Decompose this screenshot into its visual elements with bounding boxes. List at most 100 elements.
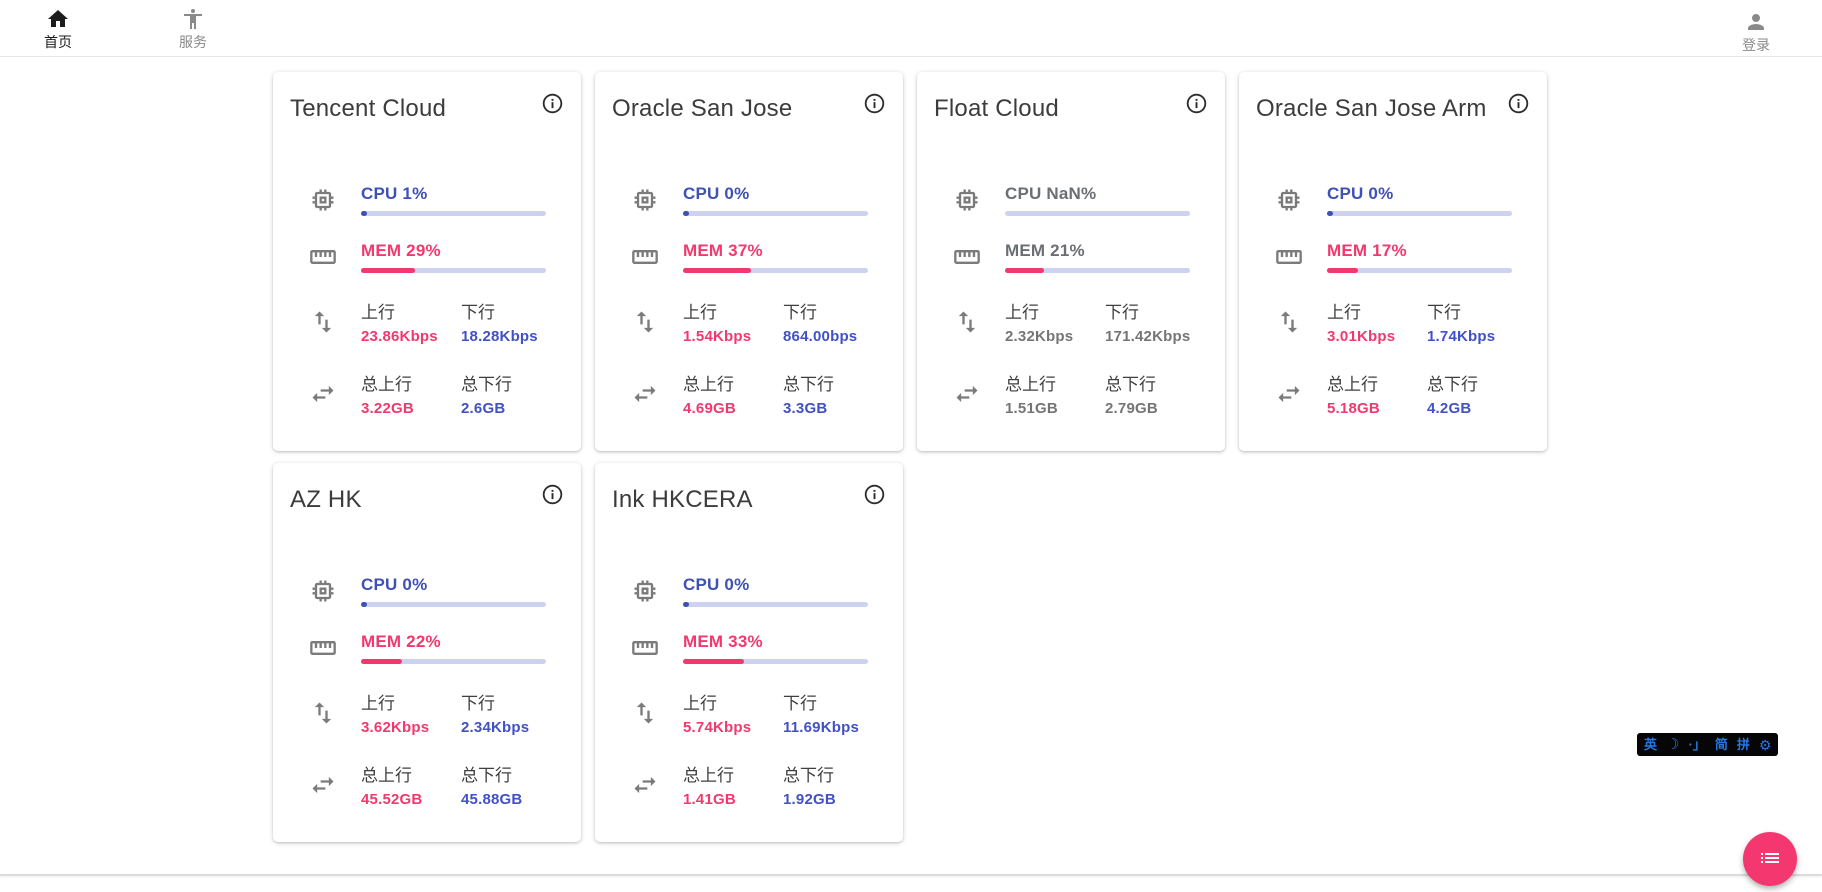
chip-icon: [631, 186, 659, 214]
total-upload-col: 总上行 45.52GB: [361, 761, 461, 808]
total-upload-label: 总上行: [1005, 370, 1105, 395]
download-value: 171.42Kbps: [1105, 328, 1205, 345]
cpu-progress-bar: [683, 211, 868, 216]
ime-gear-icon[interactable]: ⚙: [1759, 738, 1772, 752]
mem-progress-fill: [1327, 268, 1358, 273]
upload-col: 上行 23.86Kbps: [361, 298, 461, 345]
nav-item-home[interactable]: 首页: [30, 5, 86, 52]
cpu-progress-fill: [683, 602, 689, 607]
ime-moon-icon[interactable]: ☽: [1666, 737, 1679, 752]
net-speed-row: 上行 1.54Kbps 下行 864.00bps: [631, 298, 883, 345]
total-download-col: 总下行 2.79GB: [1105, 370, 1205, 417]
up-down-arrows-icon: [309, 699, 337, 727]
mem-meter: MEM 29%: [361, 241, 561, 273]
total-upload-value: 3.22GB: [361, 400, 461, 417]
total-upload-value: 1.41GB: [683, 791, 783, 808]
cpu-meter: CPU 0%: [683, 575, 883, 607]
mem-progress-bar: [683, 659, 868, 664]
net-speed-row: 上行 23.86Kbps 下行 18.28Kbps: [309, 298, 561, 345]
mem-meter: MEM 22%: [361, 632, 561, 664]
ime-toolbar: 英 ☽ ·」 简 拼 ⚙: [1637, 733, 1778, 756]
server-card: Oracle San Jose Arm CPU 0% MEM 17%: [1239, 72, 1547, 451]
cpu-meter: CPU 0%: [1327, 184, 1527, 216]
card-rows: CPU 0% MEM 22% 上行 3.62Kbps 下行: [309, 575, 561, 808]
total-download-label: 总下行: [461, 761, 561, 786]
total-upload-label: 总上行: [361, 370, 461, 395]
cpu-row: CPU 0%: [309, 575, 561, 607]
net-total-row: 总上行 45.52GB 总下行 45.88GB: [309, 761, 561, 808]
total-download-value: 3.3GB: [783, 400, 883, 417]
mem-progress-fill: [683, 268, 751, 273]
mem-row: MEM 37%: [631, 241, 883, 273]
upload-col: 上行 1.54Kbps: [683, 298, 783, 345]
top-nav: 首页 服务 登录: [0, 0, 1822, 57]
total-upload-col: 总上行 3.22GB: [361, 370, 461, 417]
info-icon[interactable]: [541, 92, 564, 115]
server-name: Oracle San Jose: [612, 95, 792, 123]
swap-horizontal-icon: [309, 380, 337, 408]
mem-meter: MEM 33%: [683, 632, 883, 664]
upload-value: 5.74Kbps: [683, 719, 783, 736]
mem-progress-fill: [1005, 268, 1044, 273]
mem-progress-fill: [361, 268, 415, 273]
cpu-progress-bar: [361, 602, 546, 607]
download-label: 下行: [783, 298, 883, 323]
mem-progress-bar: [683, 268, 868, 273]
ime-pinyin-mode[interactable]: 拼: [1737, 738, 1750, 751]
info-icon[interactable]: [863, 92, 886, 115]
ruler-icon: [631, 243, 659, 271]
download-col: 下行 18.28Kbps: [461, 298, 561, 345]
upload-label: 上行: [1005, 298, 1105, 323]
card-rows: CPU 0% MEM 17% 上行 3.01Kbps 下行: [1275, 184, 1527, 417]
info-icon[interactable]: [1507, 92, 1530, 115]
nav-item-login[interactable]: 登录: [1728, 8, 1784, 55]
cpu-label: CPU 0%: [1327, 184, 1527, 204]
cpu-label: CPU 0%: [361, 575, 561, 595]
mem-label: MEM 21%: [1005, 241, 1205, 261]
cpu-progress-fill: [683, 211, 689, 216]
server-card: Oracle San Jose CPU 0% MEM 37%: [595, 72, 903, 451]
swap-horizontal-icon: [1275, 380, 1303, 408]
net-speed-row: 上行 3.62Kbps 下行 2.34Kbps: [309, 689, 561, 736]
upload-label: 上行: [683, 298, 783, 323]
total-download-value: 1.92GB: [783, 791, 883, 808]
upload-value: 2.32Kbps: [1005, 328, 1105, 345]
total-download-col: 总下行 4.2GB: [1427, 370, 1527, 417]
download-label: 下行: [1105, 298, 1205, 323]
server-card-grid: Tencent Cloud CPU 1% MEM 29%: [273, 72, 1553, 842]
mem-row: MEM 21%: [953, 241, 1205, 273]
upload-value: 1.54Kbps: [683, 328, 783, 345]
cpu-progress-fill: [361, 211, 367, 216]
total-download-label: 总下行: [1427, 370, 1527, 395]
server-list-fab[interactable]: [1743, 832, 1797, 886]
nav-item-services[interactable]: 服务: [165, 5, 221, 52]
download-col: 下行 11.69Kbps: [783, 689, 883, 736]
info-icon[interactable]: [1185, 92, 1208, 115]
upload-col: 上行 5.74Kbps: [683, 689, 783, 736]
ime-simplified-mode[interactable]: 简: [1715, 738, 1728, 751]
mem-row: MEM 33%: [631, 632, 883, 664]
download-value: 18.28Kbps: [461, 328, 561, 345]
net-speed-row: 上行 2.32Kbps 下行 171.42Kbps: [953, 298, 1205, 345]
server-name: AZ HK: [290, 486, 362, 514]
server-card: Float Cloud CPU NaN% MEM 21%: [917, 72, 1225, 451]
total-download-label: 总下行: [461, 370, 561, 395]
total-download-col: 总下行 45.88GB: [461, 761, 561, 808]
info-icon[interactable]: [541, 483, 564, 506]
total-upload-label: 总上行: [361, 761, 461, 786]
net-speed-row: 上行 3.01Kbps 下行 1.74Kbps: [1275, 298, 1527, 345]
total-download-label: 总下行: [1105, 370, 1205, 395]
mem-meter: MEM 37%: [683, 241, 883, 273]
upload-label: 上行: [361, 689, 461, 714]
swap-horizontal-icon: [953, 380, 981, 408]
info-icon[interactable]: [863, 483, 886, 506]
download-label: 下行: [1427, 298, 1527, 323]
chip-icon: [309, 577, 337, 605]
total-download-label: 总下行: [783, 761, 883, 786]
ime-english-mode[interactable]: 英: [1644, 738, 1657, 751]
ime-punctuation-mode[interactable]: ·」: [1688, 738, 1705, 751]
nav-home-label: 首页: [44, 32, 72, 52]
swap-horizontal-icon: [631, 380, 659, 408]
total-download-col: 总下行 1.92GB: [783, 761, 883, 808]
mem-row: MEM 22%: [309, 632, 561, 664]
